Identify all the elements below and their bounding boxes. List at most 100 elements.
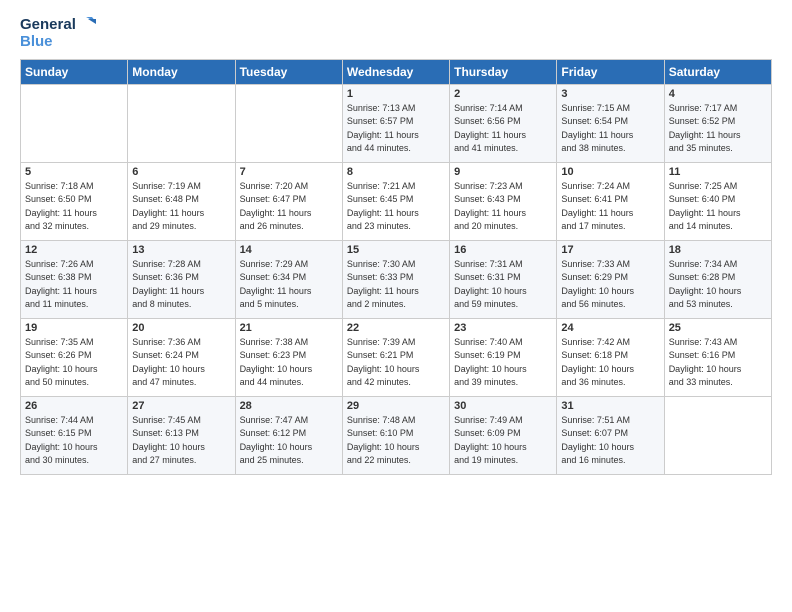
day-info: Sunrise: 7:36 AM Sunset: 6:24 PM Dayligh… bbox=[132, 336, 230, 390]
logo-blue: Blue bbox=[20, 34, 53, 51]
day-cell-26: 26 Sunrise: 7:44 AM Sunset: 6:15 PM Dayli… bbox=[21, 396, 128, 474]
day-cell-empty bbox=[21, 84, 128, 162]
logo-general: General bbox=[20, 17, 76, 34]
day-number: 14 bbox=[240, 244, 338, 256]
day-cell-19: 19 Sunrise: 7:35 AM Sunset: 6:26 PM Dayli… bbox=[21, 318, 128, 396]
day-info: Sunrise: 7:18 AM Sunset: 6:50 PM Dayligh… bbox=[25, 180, 123, 234]
weekday-thursday: Thursday bbox=[450, 59, 557, 84]
day-cell-13: 13Sunrise: 7:28 AM Sunset: 6:36 PM Dayli… bbox=[128, 240, 235, 318]
day-cell-22: 22Sunrise: 7:39 AM Sunset: 6:21 PM Dayli… bbox=[342, 318, 449, 396]
day-info: Sunrise: 7:47 AM Sunset: 6:12 PM Dayligh… bbox=[240, 414, 338, 468]
day-number: 25 bbox=[669, 322, 767, 334]
day-number: 20 bbox=[132, 322, 230, 334]
day-cell-9: 9 Sunrise: 7:23 AM Sunset: 6:43 PM Daylig… bbox=[450, 162, 557, 240]
day-cell-empty bbox=[664, 396, 771, 474]
day-info: Sunrise: 7:25 AM Sunset: 6:40 PM Dayligh… bbox=[669, 180, 767, 234]
day-cell-28: 28 Sunrise: 7:47 AM Sunset: 6:12 PM Dayli… bbox=[235, 396, 342, 474]
day-info: Sunrise: 7:33 AM Sunset: 6:29 PM Dayligh… bbox=[561, 258, 659, 312]
day-cell-4: 4 Sunrise: 7:17 AM Sunset: 6:52 PM Daylig… bbox=[664, 84, 771, 162]
day-info: Sunrise: 7:21 AM Sunset: 6:45 PM Dayligh… bbox=[347, 180, 445, 234]
day-info: Sunrise: 7:48 AM Sunset: 6:10 PM Dayligh… bbox=[347, 414, 445, 468]
day-number: 30 bbox=[454, 400, 552, 412]
day-cell-2: 2 Sunrise: 7:14 AM Sunset: 6:56 PM Daylig… bbox=[450, 84, 557, 162]
day-cell-empty bbox=[128, 84, 235, 162]
weekday-header-row: SundayMondayTuesdayWednesdayThursdayFrid… bbox=[21, 59, 772, 84]
day-cell-20: 20 Sunrise: 7:36 AM Sunset: 6:24 PM Dayli… bbox=[128, 318, 235, 396]
day-number: 22 bbox=[347, 322, 445, 334]
day-cell-5: 5 Sunrise: 7:18 AM Sunset: 6:50 PM Daylig… bbox=[21, 162, 128, 240]
day-info: Sunrise: 7:30 AM Sunset: 6:33 PM Dayligh… bbox=[347, 258, 445, 312]
calendar-table: SundayMondayTuesdayWednesdayThursdayFrid… bbox=[20, 59, 772, 475]
week-row-1: 1Sunrise: 7:13 AM Sunset: 6:57 PM Daylig… bbox=[21, 84, 772, 162]
week-row-5: 26 Sunrise: 7:44 AM Sunset: 6:15 PM Dayli… bbox=[21, 396, 772, 474]
logo: General Blue bbox=[20, 16, 96, 51]
day-number: 5 bbox=[25, 166, 123, 178]
day-info: Sunrise: 7:19 AM Sunset: 6:48 PM Dayligh… bbox=[132, 180, 230, 234]
day-cell-27: 27 Sunrise: 7:45 AM Sunset: 6:13 PM Dayli… bbox=[128, 396, 235, 474]
day-number: 10 bbox=[561, 166, 659, 178]
day-number: 15 bbox=[347, 244, 445, 256]
day-cell-1: 1Sunrise: 7:13 AM Sunset: 6:57 PM Daylig… bbox=[342, 84, 449, 162]
day-number: 4 bbox=[669, 88, 767, 100]
day-info: Sunrise: 7:45 AM Sunset: 6:13 PM Dayligh… bbox=[132, 414, 230, 468]
day-cell-11: 11 Sunrise: 7:25 AM Sunset: 6:40 PM Dayli… bbox=[664, 162, 771, 240]
day-number: 26 bbox=[25, 400, 123, 412]
day-cell-12: 12Sunrise: 7:26 AM Sunset: 6:38 PM Dayli… bbox=[21, 240, 128, 318]
day-number: 8 bbox=[347, 166, 445, 178]
day-number: 21 bbox=[240, 322, 338, 334]
day-info: Sunrise: 7:24 AM Sunset: 6:41 PM Dayligh… bbox=[561, 180, 659, 234]
day-cell-3: 3 Sunrise: 7:15 AM Sunset: 6:54 PM Daylig… bbox=[557, 84, 664, 162]
day-cell-15: 15 Sunrise: 7:30 AM Sunset: 6:33 PM Dayli… bbox=[342, 240, 449, 318]
day-info: Sunrise: 7:44 AM Sunset: 6:15 PM Dayligh… bbox=[25, 414, 123, 468]
day-cell-18: 18Sunrise: 7:34 AM Sunset: 6:28 PM Dayli… bbox=[664, 240, 771, 318]
day-number: 12 bbox=[25, 244, 123, 256]
week-row-4: 19 Sunrise: 7:35 AM Sunset: 6:26 PM Dayli… bbox=[21, 318, 772, 396]
day-info: Sunrise: 7:38 AM Sunset: 6:23 PM Dayligh… bbox=[240, 336, 338, 390]
day-info: Sunrise: 7:14 AM Sunset: 6:56 PM Dayligh… bbox=[454, 102, 552, 156]
day-number: 29 bbox=[347, 400, 445, 412]
day-number: 28 bbox=[240, 400, 338, 412]
weekday-sunday: Sunday bbox=[21, 59, 128, 84]
day-info: Sunrise: 7:29 AM Sunset: 6:34 PM Dayligh… bbox=[240, 258, 338, 312]
day-info: Sunrise: 7:35 AM Sunset: 6:26 PM Dayligh… bbox=[25, 336, 123, 390]
day-number: 27 bbox=[132, 400, 230, 412]
weekday-saturday: Saturday bbox=[664, 59, 771, 84]
day-info: Sunrise: 7:20 AM Sunset: 6:47 PM Dayligh… bbox=[240, 180, 338, 234]
day-info: Sunrise: 7:43 AM Sunset: 6:16 PM Dayligh… bbox=[669, 336, 767, 390]
day-cell-23: 23Sunrise: 7:40 AM Sunset: 6:19 PM Dayli… bbox=[450, 318, 557, 396]
day-info: Sunrise: 7:49 AM Sunset: 6:09 PM Dayligh… bbox=[454, 414, 552, 468]
day-number: 24 bbox=[561, 322, 659, 334]
weekday-wednesday: Wednesday bbox=[342, 59, 449, 84]
day-number: 31 bbox=[561, 400, 659, 412]
day-cell-29: 29 Sunrise: 7:48 AM Sunset: 6:10 PM Dayli… bbox=[342, 396, 449, 474]
day-cell-21: 21 Sunrise: 7:38 AM Sunset: 6:23 PM Dayli… bbox=[235, 318, 342, 396]
day-info: Sunrise: 7:31 AM Sunset: 6:31 PM Dayligh… bbox=[454, 258, 552, 312]
day-number: 19 bbox=[25, 322, 123, 334]
day-cell-14: 14 Sunrise: 7:29 AM Sunset: 6:34 PM Dayli… bbox=[235, 240, 342, 318]
weekday-tuesday: Tuesday bbox=[235, 59, 342, 84]
day-cell-7: 7Sunrise: 7:20 AM Sunset: 6:47 PM Daylig… bbox=[235, 162, 342, 240]
day-cell-empty bbox=[235, 84, 342, 162]
day-number: 17 bbox=[561, 244, 659, 256]
day-number: 13 bbox=[132, 244, 230, 256]
day-number: 1 bbox=[347, 88, 445, 100]
day-number: 3 bbox=[561, 88, 659, 100]
day-number: 6 bbox=[132, 166, 230, 178]
week-row-3: 12Sunrise: 7:26 AM Sunset: 6:38 PM Dayli… bbox=[21, 240, 772, 318]
day-info: Sunrise: 7:15 AM Sunset: 6:54 PM Dayligh… bbox=[561, 102, 659, 156]
day-cell-6: 6 Sunrise: 7:19 AM Sunset: 6:48 PM Daylig… bbox=[128, 162, 235, 240]
day-info: Sunrise: 7:42 AM Sunset: 6:18 PM Dayligh… bbox=[561, 336, 659, 390]
day-cell-8: 8 Sunrise: 7:21 AM Sunset: 6:45 PM Daylig… bbox=[342, 162, 449, 240]
day-info: Sunrise: 7:51 AM Sunset: 6:07 PM Dayligh… bbox=[561, 414, 659, 468]
day-cell-16: 16 Sunrise: 7:31 AM Sunset: 6:31 PM Dayli… bbox=[450, 240, 557, 318]
day-info: Sunrise: 7:23 AM Sunset: 6:43 PM Dayligh… bbox=[454, 180, 552, 234]
day-number: 16 bbox=[454, 244, 552, 256]
day-info: Sunrise: 7:17 AM Sunset: 6:52 PM Dayligh… bbox=[669, 102, 767, 156]
day-cell-10: 10 Sunrise: 7:24 AM Sunset: 6:41 PM Dayli… bbox=[557, 162, 664, 240]
day-number: 9 bbox=[454, 166, 552, 178]
day-cell-25: 25 Sunrise: 7:43 AM Sunset: 6:16 PM Dayli… bbox=[664, 318, 771, 396]
day-number: 2 bbox=[454, 88, 552, 100]
day-info: Sunrise: 7:34 AM Sunset: 6:28 PM Dayligh… bbox=[669, 258, 767, 312]
day-number: 23 bbox=[454, 322, 552, 334]
day-number: 11 bbox=[669, 166, 767, 178]
